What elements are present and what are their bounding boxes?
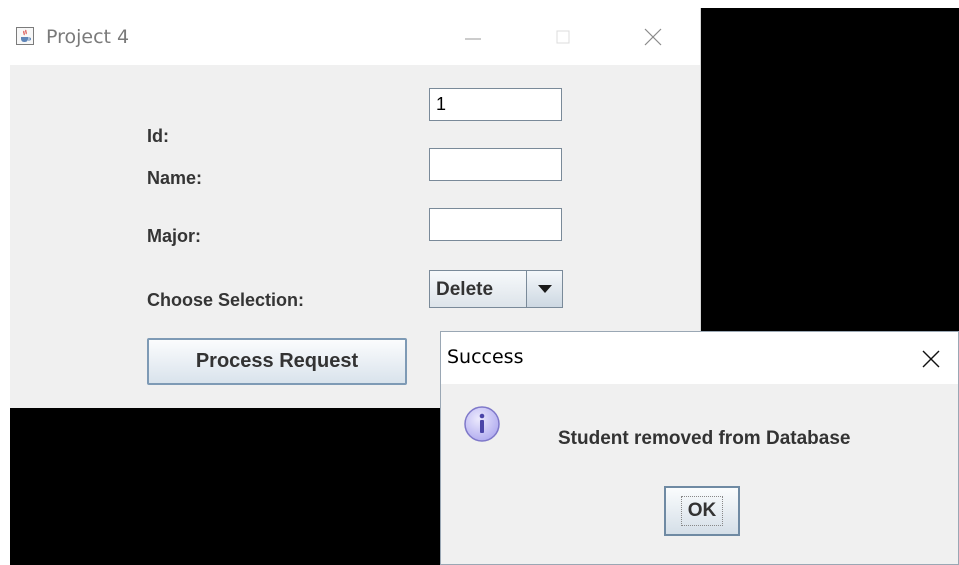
success-dialog: Success Student removed from Database OK: [440, 331, 959, 565]
dialog-message: Student removed from Database: [558, 428, 851, 449]
selection-value: Delete: [436, 279, 494, 300]
major-field[interactable]: [429, 208, 562, 241]
java-coffee-icon: [16, 27, 34, 45]
choose-selection-label: Choose Selection:: [147, 290, 305, 310]
id-label: Id:: [147, 126, 169, 146]
selection-dropdown[interactable]: Delete: [429, 270, 563, 308]
dropdown-arrow-button[interactable]: [526, 271, 562, 307]
major-label: Major:: [147, 226, 201, 246]
maximize-icon: [556, 30, 570, 44]
maximize-button[interactable]: [543, 22, 583, 52]
chevron-down-icon: [538, 285, 552, 293]
close-button[interactable]: [633, 22, 673, 52]
info-icon: [463, 405, 501, 443]
dialog-title: Success: [447, 346, 524, 368]
close-icon: [644, 28, 662, 46]
dialog-close-button[interactable]: [917, 346, 945, 372]
process-request-button[interactable]: Process Request: [147, 338, 407, 385]
close-icon: [922, 350, 940, 368]
minimize-button[interactable]: [453, 22, 493, 52]
id-field[interactable]: [429, 88, 562, 121]
window-title: Project 4: [46, 26, 130, 48]
minimize-icon: [465, 38, 481, 40]
dialog-titlebar[interactable]: Success: [441, 332, 958, 384]
ok-button-label: OK: [680, 496, 724, 526]
main-titlebar[interactable]: Project 4: [10, 8, 700, 65]
ok-button[interactable]: OK: [664, 486, 740, 536]
name-field[interactable]: [429, 148, 562, 181]
name-label: Name:: [147, 168, 203, 188]
